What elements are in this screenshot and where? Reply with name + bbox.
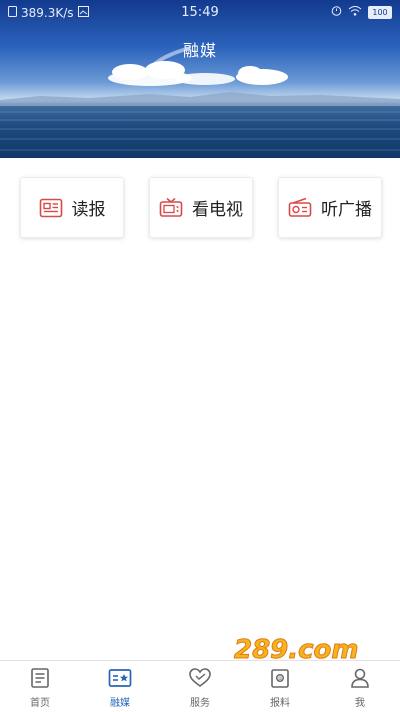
read-newspaper-label: 读报 xyxy=(71,200,106,220)
tip-off-icon: @ xyxy=(268,667,292,691)
nav-label-media: 融媒 xyxy=(110,698,130,709)
nav-item-service[interactable]: 服务 xyxy=(160,661,240,712)
alarm-icon xyxy=(331,5,342,19)
nav-item-home[interactable]: 首页 xyxy=(0,661,80,712)
nav-item-tipoff[interactable]: @ 报料 xyxy=(240,661,320,712)
battery-indicator: 100 xyxy=(368,5,392,19)
radio-icon xyxy=(288,197,312,219)
media-card-icon xyxy=(108,667,132,691)
newspaper-icon xyxy=(39,197,63,219)
nav-label-service: 服务 xyxy=(190,698,210,709)
tv-icon xyxy=(159,197,183,219)
listen-radio-button[interactable]: 听广播 xyxy=(278,177,382,238)
nav-item-me[interactable]: 我 xyxy=(320,661,400,712)
wifi-icon xyxy=(348,5,362,19)
svg-text:@: @ xyxy=(278,676,283,682)
bottom-navigation: 首页 融媒 服务 @ 报料 我 xyxy=(0,660,400,712)
nav-label-home: 首页 xyxy=(30,698,50,709)
nav-item-media[interactable]: 融媒 xyxy=(80,661,160,712)
status-bar: 389.3K/s 15:49 100 xyxy=(0,0,400,26)
listen-radio-label: 听广播 xyxy=(321,200,372,220)
watch-tv-button[interactable]: 看电视 xyxy=(149,177,253,238)
heart-icon xyxy=(188,667,212,691)
nav-label-tipoff: 报料 xyxy=(270,698,290,709)
nav-label-me: 我 xyxy=(355,698,365,709)
media-shortcuts: 读报 看电视 听广播 xyxy=(20,177,382,238)
watch-tv-label: 看电视 xyxy=(192,200,243,220)
read-newspaper-button[interactable]: 读报 xyxy=(20,177,124,238)
home-doc-icon xyxy=(28,667,52,691)
hero-banner: 389.3K/s 15:49 100 融媒 xyxy=(0,0,400,158)
page-title: 融媒 xyxy=(182,41,217,60)
person-icon xyxy=(348,667,372,691)
